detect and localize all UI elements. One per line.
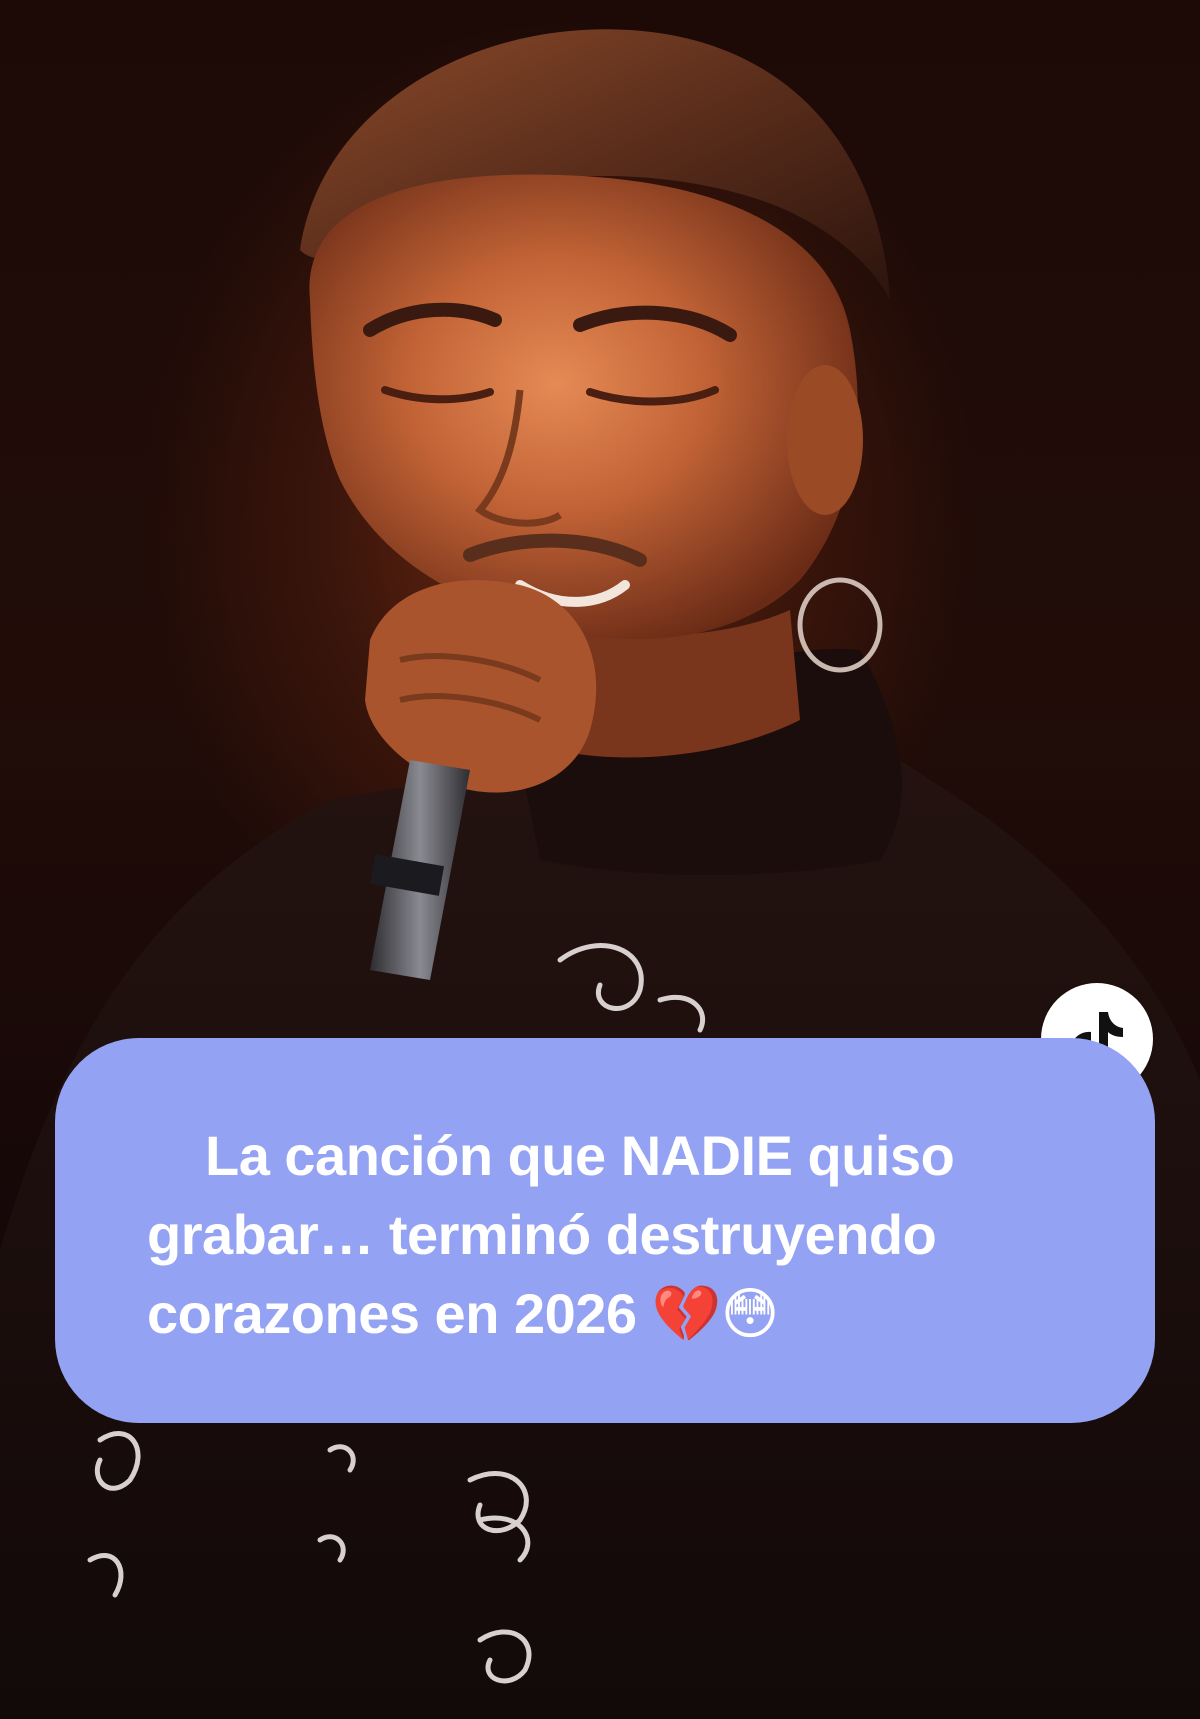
concert-photo [0,29,1200,1719]
video-frame: La canción que NADIE quiso grabar… termi… [0,0,1200,1719]
caption-card: La canción que NADIE quiso grabar… termi… [55,1038,1155,1423]
caption-text: La canción que NADIE quiso grabar… termi… [147,1124,955,1345]
